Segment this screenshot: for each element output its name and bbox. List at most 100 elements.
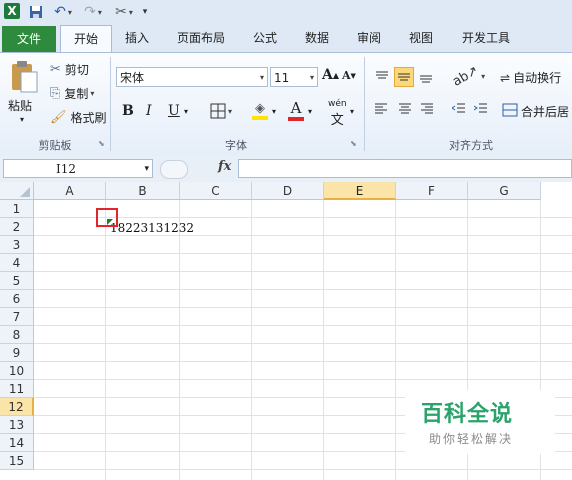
row-gridline bbox=[34, 361, 572, 362]
row-header-15[interactable]: 15 bbox=[0, 452, 34, 470]
quick-access-toolbar: X ↶ ▾ ↷ ▾ ✂ ▾ ▾ bbox=[0, 0, 572, 26]
phonetic-guide-icon[interactable]: wén 文 bbox=[328, 99, 347, 128]
formula-bar: I12 ▾ fx bbox=[0, 156, 572, 183]
row-header-9[interactable]: 9 bbox=[0, 344, 34, 362]
align-right-icon[interactable] bbox=[420, 103, 434, 115]
row-header-10[interactable]: 10 bbox=[0, 362, 34, 380]
name-box-dropdown-icon[interactable]: ▾ bbox=[144, 160, 149, 178]
increase-font-icon[interactable]: A ▲ bbox=[322, 67, 339, 83]
font-group-label: 字体 bbox=[225, 139, 247, 152]
undo-icon[interactable]: ↶ ▾ bbox=[52, 3, 74, 21]
font-color-letter: A bbox=[290, 99, 302, 117]
column-header-d[interactable]: D bbox=[252, 182, 324, 200]
save-icon[interactable] bbox=[28, 3, 44, 21]
fill-color-icon[interactable]: ◈ bbox=[252, 101, 268, 120]
font-family-select[interactable]: 宋体 ▾ bbox=[116, 67, 268, 87]
formula-input[interactable] bbox=[238, 159, 572, 178]
copy-icon: ⎘ bbox=[50, 86, 61, 101]
phonetic-dropdown-icon[interactable]: ▾ bbox=[350, 107, 354, 116]
borders-icon[interactable]: ▾ bbox=[210, 103, 232, 119]
align-center-icon[interactable] bbox=[398, 103, 412, 115]
tab-file[interactable]: 文件 bbox=[2, 26, 56, 52]
tab-review[interactable]: 审阅 bbox=[346, 25, 392, 52]
row-gridline bbox=[34, 469, 572, 470]
row-header-2[interactable]: 2 bbox=[0, 218, 34, 236]
font-color-dropdown-icon[interactable]: ▾ bbox=[308, 107, 312, 116]
tab-insert[interactable]: 插入 bbox=[114, 25, 160, 52]
formula-bar-resize-handle[interactable] bbox=[160, 160, 188, 179]
font-launcher-icon[interactable]: ⬊ bbox=[350, 139, 357, 148]
row-gridline bbox=[34, 325, 572, 326]
merge-center-label: 合并后居 bbox=[521, 105, 570, 119]
name-box[interactable]: I12 ▾ bbox=[3, 159, 153, 178]
paste-icon[interactable] bbox=[6, 59, 42, 95]
tab-view[interactable]: 视图 bbox=[398, 25, 444, 52]
watermark: 百科全说 助你轻松解决 bbox=[405, 390, 555, 454]
cut-button[interactable]: ✂ 剪切 bbox=[50, 61, 89, 78]
cell-b2[interactable]: 18223131232 bbox=[110, 221, 194, 235]
font-size-select[interactable]: 11 ▾ bbox=[270, 67, 318, 87]
select-all-corner[interactable] bbox=[0, 182, 34, 200]
wrap-text-button[interactable]: ⇌ 自动换行 bbox=[500, 69, 561, 86]
row-header-12[interactable]: 12 bbox=[0, 398, 34, 416]
font-color-icon[interactable]: A bbox=[288, 99, 304, 121]
row-gridline bbox=[34, 307, 572, 308]
font-size-dropdown-icon[interactable]: ▾ bbox=[310, 68, 314, 88]
orientation-icon[interactable]: ab↗ ▾ bbox=[450, 63, 485, 90]
watermark-title: 百科全说 bbox=[421, 402, 514, 427]
tools-icon[interactable]: ✂ ▾ bbox=[112, 3, 136, 21]
customize-toolbar-icon[interactable]: ▾ bbox=[140, 3, 150, 21]
format-painter-button[interactable]: 🖌 格式刷 bbox=[50, 109, 107, 126]
brush-icon: 🖌 bbox=[50, 110, 67, 125]
bold-button[interactable]: B bbox=[122, 103, 134, 119]
tab-developer[interactable]: 开发工具 bbox=[450, 25, 522, 52]
increase-indent-icon[interactable] bbox=[474, 103, 488, 115]
underline-dropdown-icon[interactable]: ▾ bbox=[184, 107, 188, 116]
redo-icon[interactable]: ↷ ▾ bbox=[82, 3, 104, 21]
row-gridline bbox=[34, 289, 572, 290]
column-gridline bbox=[179, 200, 180, 480]
underline-button[interactable]: U bbox=[168, 103, 180, 119]
copy-button[interactable]: ⎘ 复制 ▾ bbox=[50, 85, 94, 102]
row-header-1[interactable]: 1 bbox=[0, 200, 34, 218]
decrease-indent-icon[interactable] bbox=[452, 103, 466, 115]
tab-home[interactable]: 开始 bbox=[60, 25, 112, 53]
align-middle-icon[interactable] bbox=[394, 67, 414, 87]
row-header-11[interactable]: 11 bbox=[0, 380, 34, 398]
insert-function-button[interactable]: fx bbox=[218, 159, 231, 174]
column-header-a[interactable]: A bbox=[34, 182, 106, 200]
row-header-4[interactable]: 4 bbox=[0, 254, 34, 272]
column-header-c[interactable]: C bbox=[180, 182, 252, 200]
align-bottom-icon[interactable] bbox=[416, 67, 436, 87]
clipboard-launcher-icon[interactable]: ⬊ bbox=[98, 139, 105, 148]
align-left-icon[interactable] bbox=[374, 103, 388, 115]
tab-page-layout[interactable]: 页面布局 bbox=[168, 25, 234, 52]
column-header-g[interactable]: G bbox=[468, 182, 541, 200]
ribbon-home: 粘贴 ▾ ✂ 剪切 ⎘ 复制 ▾ 🖌 格式刷 剪贴板 ⬊ 宋体 ▾ 11 ▾ A… bbox=[0, 52, 572, 158]
column-header-e[interactable]: E bbox=[324, 182, 396, 200]
align-top-icon[interactable] bbox=[372, 67, 392, 87]
name-box-value: I12 bbox=[56, 162, 77, 176]
italic-button[interactable]: I bbox=[146, 103, 152, 119]
fill-color-dropdown-icon[interactable]: ▾ bbox=[272, 107, 276, 116]
excel-logo-icon[interactable]: X bbox=[4, 3, 20, 19]
copy-dropdown-icon[interactable]: ▾ bbox=[90, 89, 94, 98]
row-header-7[interactable]: 7 bbox=[0, 308, 34, 326]
decrease-font-icon[interactable]: A ▼ bbox=[342, 69, 356, 82]
tab-formulas[interactable]: 公式 bbox=[240, 25, 290, 52]
row-header-13[interactable]: 13 bbox=[0, 416, 34, 434]
column-header-b[interactable]: B bbox=[106, 182, 180, 200]
paste-button[interactable]: 粘贴 bbox=[8, 97, 32, 114]
row-gridline bbox=[34, 235, 572, 236]
row-header-3[interactable]: 3 bbox=[0, 236, 34, 254]
row-header-6[interactable]: 6 bbox=[0, 290, 34, 308]
row-header-5[interactable]: 5 bbox=[0, 272, 34, 290]
font-size-value: 11 bbox=[274, 71, 290, 85]
row-header-14[interactable]: 14 bbox=[0, 434, 34, 452]
paste-dropdown-icon[interactable]: ▾ bbox=[20, 115, 24, 124]
column-header-f[interactable]: F bbox=[396, 182, 468, 200]
row-header-8[interactable]: 8 bbox=[0, 326, 34, 344]
tab-data[interactable]: 数据 bbox=[294, 25, 340, 52]
merge-center-button[interactable]: 合并后居 bbox=[502, 103, 569, 120]
font-family-dropdown-icon[interactable]: ▾ bbox=[260, 68, 264, 88]
